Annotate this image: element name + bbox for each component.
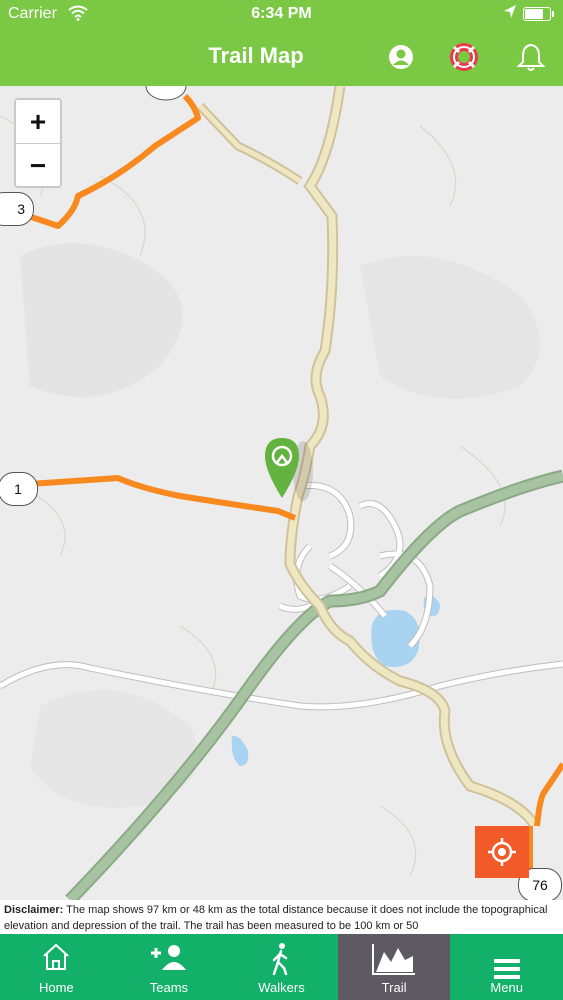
- trail-map[interactable]: + − 3 1 76: [0, 86, 563, 900]
- tab-menu-label: Menu: [490, 980, 523, 995]
- notification-bell-icon[interactable]: [514, 40, 548, 74]
- tab-trail-label: Trail: [381, 980, 407, 995]
- trail-position-pin-icon[interactable]: [265, 438, 313, 501]
- tab-trail[interactable]: Trail: [337, 934, 451, 1000]
- page-title: Trail Map: [208, 43, 304, 68]
- tab-home[interactable]: Home: [0, 934, 113, 1000]
- walker-icon: [273, 943, 288, 976]
- trail-marker-3[interactable]: 3: [0, 192, 34, 226]
- clock-label: 6:34 PM: [251, 5, 312, 22]
- map-canvas: [0, 86, 563, 900]
- tab-home-label: Home: [38, 980, 74, 995]
- chart-icon: [372, 944, 416, 975]
- disclaimer-body: The map shows 97 km or 48 km as the tota…: [4, 904, 548, 932]
- app-header: Trail Map: [0, 28, 563, 86]
- tab-walkers[interactable]: Walkers: [225, 934, 338, 1000]
- tab-walkers-label: Walkers: [258, 980, 305, 995]
- tab-teams-label: Teams: [149, 980, 189, 995]
- zoom-out-button[interactable]: −: [16, 144, 60, 187]
- profile-icon[interactable]: [384, 40, 418, 74]
- trail-marker-1[interactable]: 1: [0, 472, 38, 506]
- status-bar: Carrier 6:34 PM: [0, 0, 563, 28]
- help-lifebuoy-icon[interactable]: [447, 40, 481, 74]
- add-user-icon: [150, 945, 186, 970]
- disclaimer-label: Disclaimer:: [4, 904, 64, 916]
- battery-icon: [523, 7, 554, 21]
- home-icon: [43, 943, 69, 970]
- location-arrow-icon: [503, 4, 517, 25]
- tab-menu[interactable]: Menu: [450, 934, 563, 1000]
- zoom-control: + −: [14, 98, 62, 188]
- tab-teams[interactable]: Teams: [113, 934, 226, 1000]
- locate-me-button[interactable]: [475, 826, 529, 878]
- bottom-tab-bar: Home Teams Walkers Trail Menu: [0, 934, 563, 1000]
- disclaimer-text: Disclaimer: The map shows 97 km or 48 km…: [0, 900, 563, 934]
- zoom-in-button[interactable]: +: [16, 100, 60, 144]
- crosshair-icon: [488, 838, 516, 866]
